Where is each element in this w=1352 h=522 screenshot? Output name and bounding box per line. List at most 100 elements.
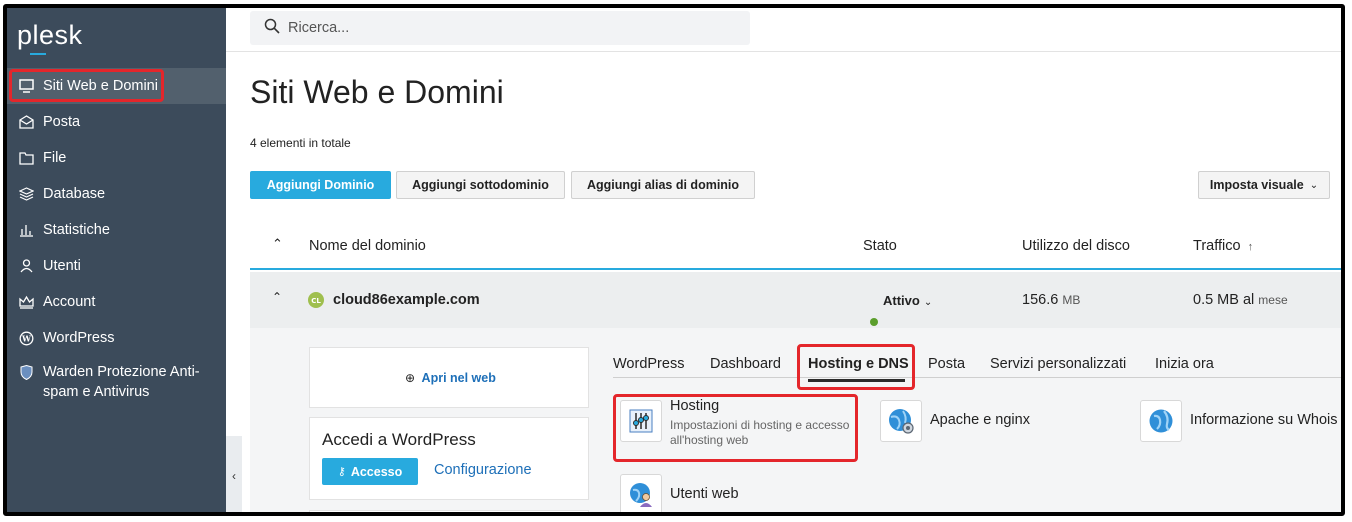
- view-settings-label: Imposta visuale: [1209, 178, 1304, 192]
- apache-nginx-tool[interactable]: Apache e nginx: [880, 400, 1030, 442]
- sidebar-item-statistics[interactable]: Statistiche: [7, 212, 226, 248]
- table-row[interactable]: ⌃ CL cloud86example.com Attivo ⌄ 156.6 MB…: [250, 272, 1341, 328]
- database-icon: [17, 185, 35, 203]
- wordpress-card: Accedi a WordPress ⚷ Accesso Configurazi…: [309, 417, 589, 500]
- status-label: Attivo: [883, 293, 920, 308]
- search-icon: [264, 18, 280, 39]
- sidebar-item-database[interactable]: Database: [7, 176, 226, 212]
- sidebar-item-label: Posta: [43, 114, 81, 130]
- traffic-unit: mese: [1258, 293, 1288, 307]
- sidebar-nav: Siti Web e Domini Posta File Database St…: [7, 68, 226, 404]
- wordpress-login-label: Accesso: [350, 464, 403, 479]
- shield-icon: [17, 363, 35, 381]
- sidebar-item-label: Statistiche: [43, 222, 110, 238]
- items-count: 4 elementi in totale: [250, 136, 351, 150]
- whois-label: Informazione su Whois: [1190, 412, 1338, 428]
- tab-dashboard[interactable]: Dashboard: [710, 356, 781, 372]
- tab-wordpress[interactable]: WordPress: [613, 356, 684, 372]
- highlight-box: [797, 344, 915, 390]
- collapse-row-icon[interactable]: ⌃: [272, 290, 282, 304]
- topbar: [226, 8, 1341, 52]
- table-header: ⌃ Nome del dominio Stato Utilizzo del di…: [250, 220, 1341, 270]
- view-settings-button[interactable]: Imposta visuale ⌄: [1198, 171, 1330, 199]
- tab-get-started[interactable]: Inizia ora: [1155, 356, 1214, 372]
- sidebar: plesk Siti Web e Domini Posta File Datab…: [7, 8, 226, 512]
- disk-usage-unit: MB: [1062, 293, 1081, 307]
- open-in-web-label: Apri nel web: [421, 371, 496, 385]
- web-users-label: Utenti web: [670, 486, 739, 502]
- main-content: Siti Web e Domini 4 elementi in totale A…: [250, 52, 1341, 512]
- sidebar-item-label: Utenti: [43, 258, 81, 274]
- sidebar-item-wordpress[interactable]: W WordPress: [7, 320, 226, 356]
- next-card: [309, 510, 589, 512]
- wordpress-card-title: Accedi a WordPress: [322, 430, 476, 449]
- crown-icon: [17, 293, 35, 311]
- chevron-down-icon: ⌄: [1309, 179, 1319, 191]
- disk-usage: 156.6 MB: [1022, 292, 1080, 308]
- wordpress-login-button[interactable]: ⚷ Accesso: [322, 458, 418, 485]
- user-icon: [17, 257, 35, 275]
- column-traffic-label: Traffico: [1193, 238, 1241, 254]
- add-domain-button[interactable]: Aggiungi Dominio: [250, 171, 391, 199]
- sidebar-item-label: Account: [43, 294, 96, 310]
- hosting-settings-icon: [620, 400, 662, 442]
- wordpress-icon: W: [17, 329, 35, 347]
- open-in-web-link[interactable]: ⊕ Apri nel web: [405, 371, 496, 385]
- domain-avatar-icon: CL: [308, 292, 324, 312]
- plesk-logo[interactable]: plesk: [17, 20, 83, 51]
- tab-custom-services[interactable]: Servizi personalizzati: [990, 356, 1126, 372]
- column-status[interactable]: Stato: [863, 238, 897, 254]
- site-preview-card: ⊕ Apri nel web: [309, 347, 589, 408]
- column-domain-name[interactable]: Nome del dominio: [309, 238, 426, 254]
- sidebar-item-users[interactable]: Utenti: [7, 248, 226, 284]
- search-box[interactable]: [250, 11, 750, 45]
- hosting-tool-label: Hosting: [670, 398, 720, 414]
- tab-mail[interactable]: Posta: [928, 356, 965, 372]
- status-dropdown[interactable]: Attivo ⌄: [870, 293, 933, 326]
- search-input[interactable]: [288, 20, 728, 36]
- traffic-usage: 0.5 MB al mese: [1193, 292, 1288, 308]
- globe-icon: ⊕: [405, 371, 416, 385]
- hosting-tool-description: Impostazioni di hosting e accesso all'ho…: [670, 418, 850, 447]
- sidebar-item-label: WordPress: [43, 330, 115, 346]
- sidebar-item-files[interactable]: File: [7, 140, 226, 176]
- envelope-icon: [17, 113, 35, 131]
- sidebar-item-warden[interactable]: Warden Protezione Anti-spam e Antivirus: [7, 356, 226, 404]
- sidebar-item-websites[interactable]: Siti Web e Domini: [7, 68, 226, 104]
- sidebar-item-mail[interactable]: Posta: [7, 104, 226, 140]
- bar-chart-icon: [17, 221, 35, 239]
- traffic-value: 0.5 MB al: [1193, 292, 1255, 308]
- collapse-all-icon[interactable]: ⌃: [272, 236, 283, 252]
- folder-icon: [17, 149, 35, 167]
- sidebar-item-label: File: [43, 150, 67, 166]
- app-frame: plesk Siti Web e Domini Posta File Datab…: [3, 4, 1345, 516]
- wordpress-config-link[interactable]: Configurazione: [434, 462, 532, 478]
- status-indicator: [870, 317, 878, 326]
- svg-text:W: W: [21, 333, 32, 343]
- whois-tool[interactable]: Informazione su Whois: [1140, 400, 1337, 442]
- chevron-down-icon: ⌄: [923, 297, 933, 308]
- sort-up-icon: ↑: [1247, 241, 1254, 253]
- apache-nginx-label: Apache e nginx: [930, 412, 1030, 428]
- sidebar-item-label: Database: [43, 186, 106, 202]
- page-title: Siti Web e Domini: [250, 74, 504, 110]
- web-users-icon: [620, 474, 662, 512]
- sidebar-collapse-button[interactable]: ‹: [226, 436, 242, 512]
- sidebar-item-label: Warden Protezione Anti-spam e Antivirus: [43, 364, 200, 400]
- highlight-box: [9, 69, 164, 102]
- sidebar-item-account[interactable]: Account: [7, 284, 226, 320]
- domain-tabs: WordPress Dashboard Hosting e DNS Posta …: [613, 344, 1341, 390]
- add-alias-button[interactable]: Aggiungi alias di dominio: [571, 171, 755, 199]
- column-traffic[interactable]: Traffico ↑: [1193, 238, 1253, 254]
- domain-details: ⊕ Apri nel web Accedi a WordPress ⚷ Acce…: [250, 328, 1341, 512]
- web-users-tool[interactable]: Utenti web: [620, 474, 739, 512]
- apache-gear-globe-icon: [880, 400, 922, 442]
- key-icon: ⚷: [337, 466, 346, 478]
- add-subdomain-button[interactable]: Aggiungi sottodominio: [396, 171, 565, 199]
- domain-name-link[interactable]: cloud86example.com: [333, 292, 480, 308]
- hosting-tool[interactable]: Hosting Impostazioni di hosting e access…: [620, 398, 860, 448]
- logo-accent: [30, 53, 46, 55]
- disk-usage-value: 156.6: [1022, 292, 1059, 308]
- globe-icon: [1140, 400, 1182, 442]
- column-disk-usage[interactable]: Utilizzo del disco: [1022, 238, 1130, 254]
